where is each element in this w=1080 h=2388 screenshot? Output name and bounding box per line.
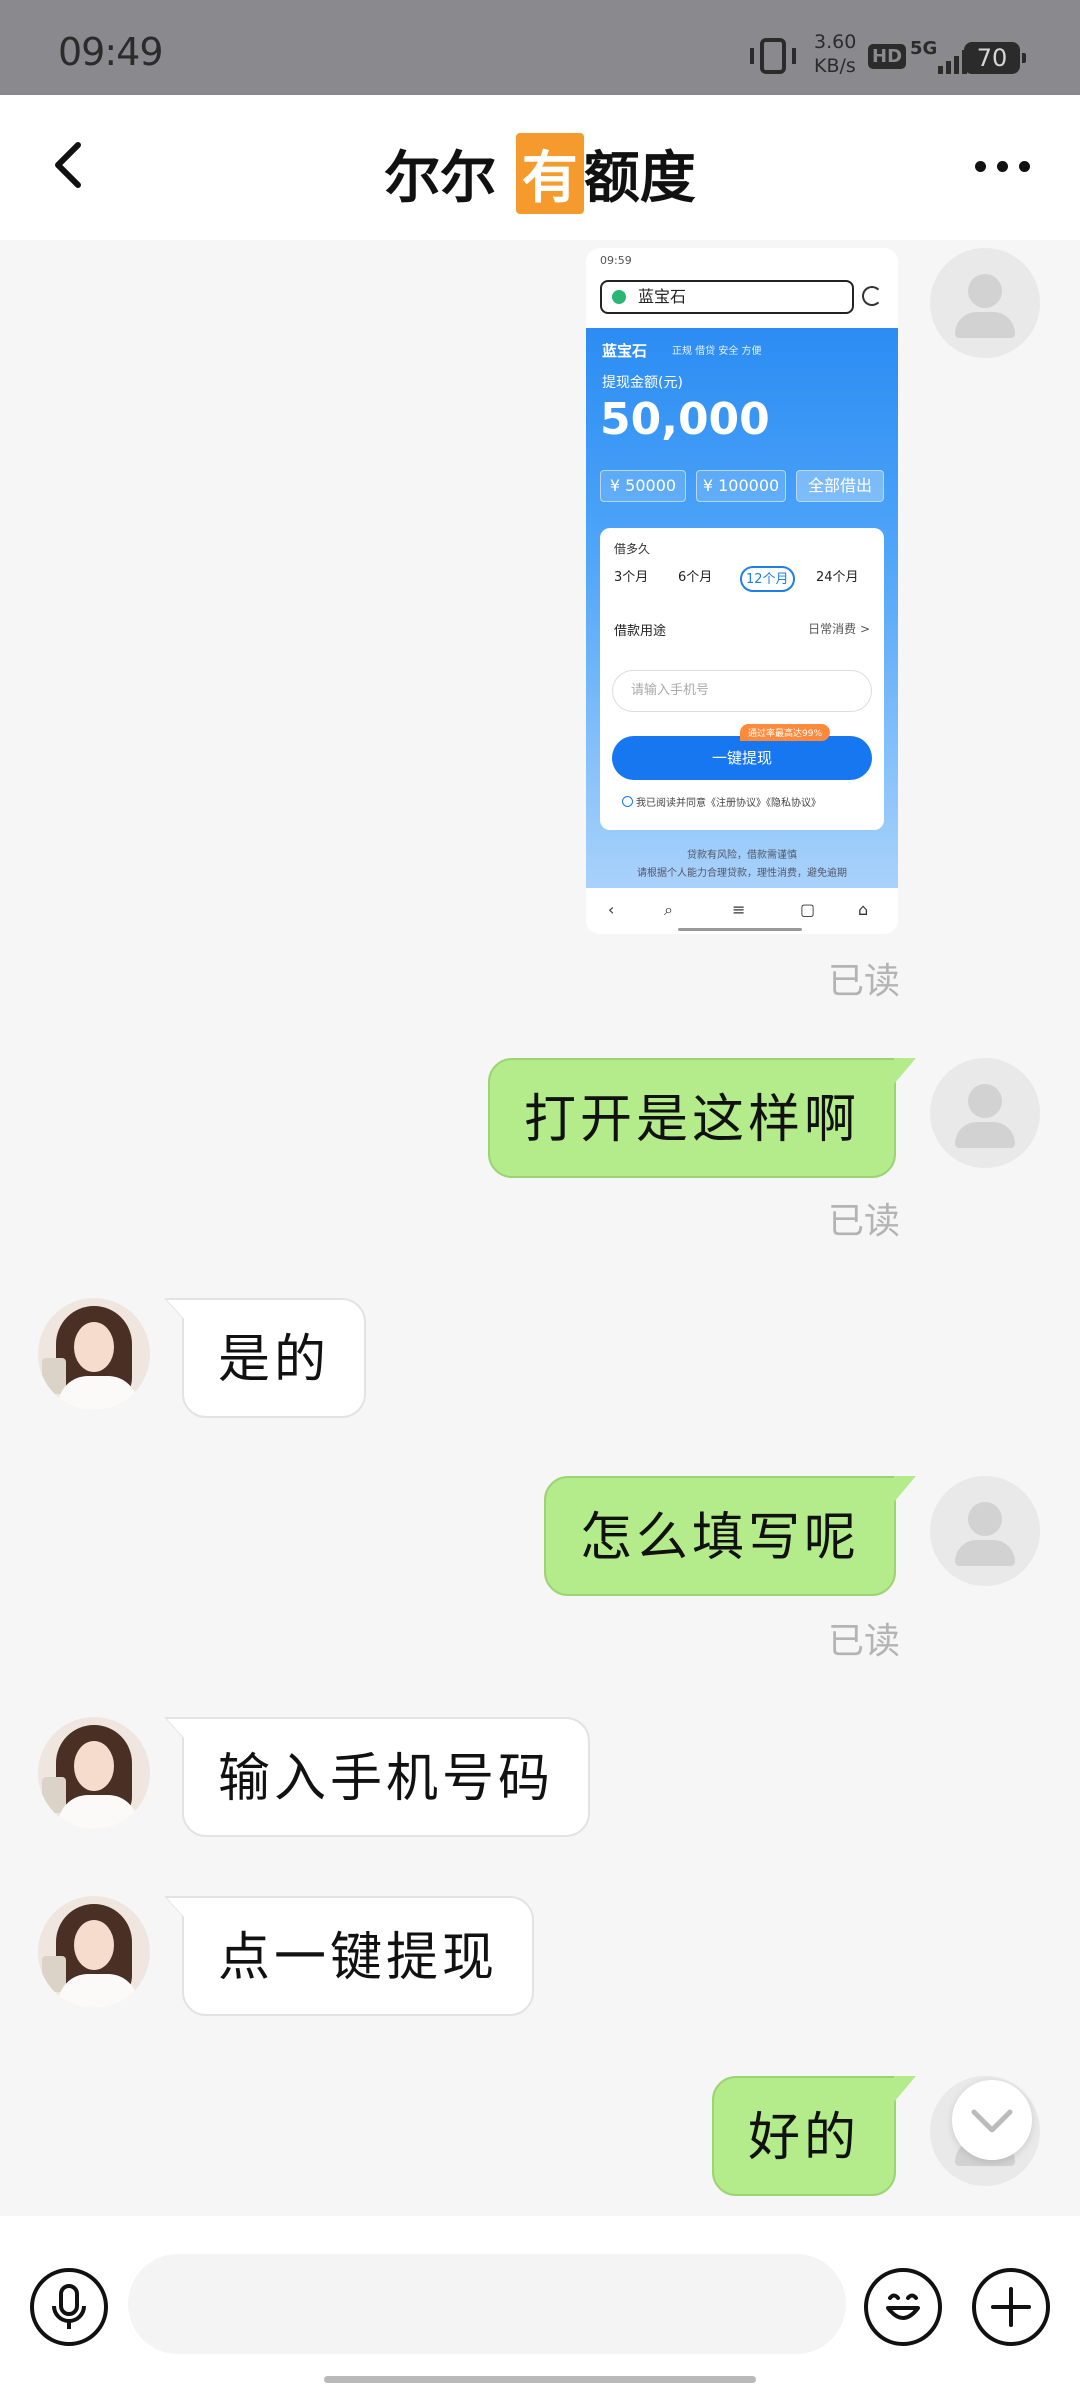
screenshot-brand: 蓝宝石 xyxy=(602,342,648,360)
read-receipt: 已读 xyxy=(827,1201,900,1242)
screenshot-form-card: 借多久 3个月 6个月 12个月 24个月 借款用途 日常消费 > 请输入手机号… xyxy=(600,528,884,830)
message-bubble-contact[interactable]: 是的 xyxy=(163,1298,367,1418)
chevron-down-icon xyxy=(971,2109,1013,2133)
screenshot-chip: 全部借出 xyxy=(796,470,884,502)
screenshot-phone-field: 请输入手机号 xyxy=(612,670,872,712)
title-highlight: 有 xyxy=(515,133,584,214)
screenshot-submit-button: 一键提现 xyxy=(612,736,872,780)
emoji-icon xyxy=(886,2293,920,2320)
message-bubble-mine[interactable]: 打开是这样啊 xyxy=(487,1058,917,1178)
screenshot-loan-panel: 蓝宝石 正规 借贷 安全 方便 提现金额(元) 50,000 ¥ 50000 ¥… xyxy=(586,328,898,888)
status-bar: 09:49 3.60 KB/s HD 5G 70 xyxy=(0,0,1080,95)
chat-header: 尔尔 有额度 xyxy=(0,95,1080,240)
input-bar xyxy=(0,2216,1080,2388)
screenshot-purpose-value: 日常消费 > xyxy=(808,622,870,636)
voice-button[interactable] xyxy=(30,2268,108,2346)
screenshot-term: 3个月 xyxy=(614,570,649,585)
my-avatar[interactable] xyxy=(930,1058,1040,1168)
plus-icon xyxy=(991,2287,1031,2327)
screenshot-purpose-label: 借款用途 xyxy=(614,624,667,639)
screenshot-agreement: 我已阅读并同意《注册协议》《隐私协议》 xyxy=(622,794,821,809)
hd-icon: HD xyxy=(868,44,907,69)
message-bubble-mine[interactable]: 怎么填写呢 xyxy=(543,1476,917,1596)
battery-icon: 70 xyxy=(964,42,1026,74)
my-avatar[interactable] xyxy=(930,248,1040,358)
contact-avatar[interactable] xyxy=(38,1298,150,1410)
message-input[interactable] xyxy=(128,2254,846,2354)
screenshot-amount: 50,000 xyxy=(600,394,770,445)
network-speed: 3.60 KB/s xyxy=(814,31,857,77)
add-button[interactable] xyxy=(972,2268,1050,2346)
screenshot-term: 24个月 xyxy=(816,570,859,585)
network-type: 5G xyxy=(910,38,938,59)
screenshot-badge: 通过率最高达99% xyxy=(740,724,831,741)
screenshot-risk-note: 请根据个人能力合理贷款，理性消费，避免逾期 xyxy=(637,868,847,879)
contact-avatar[interactable] xyxy=(38,1896,150,2008)
reload-icon xyxy=(862,286,882,306)
chat-title: 尔尔 有额度 xyxy=(0,133,1080,214)
read-receipt: 已读 xyxy=(827,1621,900,1662)
contact-avatar[interactable] xyxy=(38,1717,150,1829)
read-receipt: 已读 xyxy=(827,961,900,1002)
my-avatar[interactable] xyxy=(930,1476,1040,1586)
screenshot-amount-label: 提现金额(元) xyxy=(602,375,683,391)
screenshot-risk-note: 贷款有风险，借款需谨慎 xyxy=(687,850,797,861)
screenshot-term-selected: 12个月 xyxy=(740,566,795,592)
emoji-button[interactable] xyxy=(864,2268,942,2346)
status-time: 09:49 xyxy=(58,30,164,74)
message-bubble-contact[interactable]: 输入手机号码 xyxy=(163,1717,591,1837)
screenshot-chip: ¥ 100000 xyxy=(696,470,786,502)
screenshot-term: 6个月 xyxy=(678,570,713,585)
vibrate-icon xyxy=(750,38,796,74)
shared-screenshot-image[interactable]: 09:59 蓝宝石 蓝宝石 正规 借贷 安全 方便 提现金额(元) 50,000… xyxy=(586,248,898,934)
screenshot-url-bar: 蓝宝石 xyxy=(600,280,854,314)
message-bubble-contact[interactable]: 点一键提现 xyxy=(163,1896,535,2016)
more-options-button[interactable] xyxy=(975,157,1035,177)
scroll-to-bottom-button[interactable] xyxy=(952,2080,1032,2160)
home-indicator[interactable] xyxy=(324,2376,756,2383)
screenshot-chip: ¥ 50000 xyxy=(600,470,686,502)
screenshot-term-label: 借多久 xyxy=(614,542,651,556)
screenshot-tagline: 正规 借贷 安全 方便 xyxy=(672,346,762,357)
screenshot-status-bar: 09:59 xyxy=(600,254,632,267)
message-bubble-mine[interactable]: 好的 xyxy=(711,2076,917,2196)
microphone-icon xyxy=(52,2284,86,2329)
screenshot-nav-bar: ‹ ⌕ ≡ ▢ ⌂ xyxy=(586,888,898,934)
